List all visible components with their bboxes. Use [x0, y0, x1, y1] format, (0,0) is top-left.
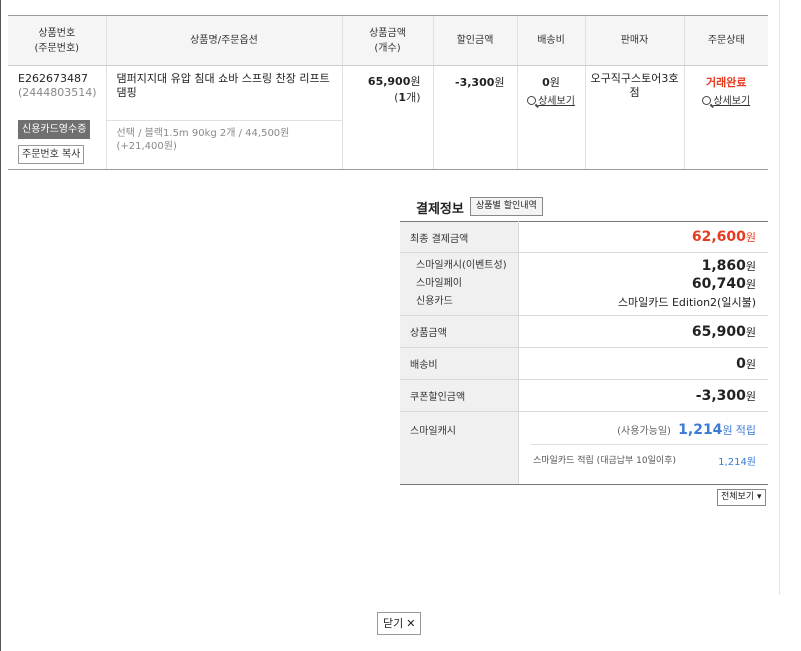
- shipping-value: 0: [736, 355, 746, 372]
- smilecard-earn-value: 1,214원: [718, 457, 756, 468]
- method-value: 1,860: [701, 257, 746, 274]
- chevron-down-icon: ▾: [754, 492, 762, 502]
- view-all-select[interactable]: 전체보기 ▾: [717, 489, 766, 506]
- scrollbar-track[interactable]: [779, 0, 780, 595]
- product-amount-label: 상품금액: [400, 315, 519, 348]
- seller-name[interactable]: 오구직구스토어3호점: [584, 65, 684, 170]
- payment-table: 최종 결제금액 62,600원 스마일캐시(이벤트성) 스마일페이 신용카드 1…: [400, 221, 768, 485]
- final-amount-label: 최종 결제금액: [400, 221, 519, 253]
- shipping-detail-link[interactable]: 상세보기: [518, 92, 585, 107]
- discount-amount: -3,300: [455, 76, 495, 89]
- payment-info-title: 결제정보: [416, 202, 464, 217]
- order-number-cell: E262673487 (2444803514) 신용카드영수증 주문번호 복사: [8, 65, 106, 170]
- payment-row-coupon: 쿠폰할인금액 -3,300원: [400, 379, 768, 412]
- header-shipping: 배송비: [516, 15, 585, 66]
- method-value: 스마일카드 Edition2(일시불): [617, 295, 756, 309]
- product-cell: 댐퍼지지대 유압 침대 쇼바 스프링 찬장 리프트 댐핑 선택 / 블랙1.5m…: [105, 65, 342, 170]
- status-detail-link[interactable]: 상세보기: [685, 92, 769, 107]
- smilecash-available-label: (사용가능일): [617, 426, 671, 437]
- shipping-cell: 0원 상세보기: [516, 65, 585, 170]
- discount-cell: -3,300원: [432, 65, 517, 170]
- smilecard-earn-label: 스마일카드 적립 (대금납부 10일이후): [533, 456, 676, 466]
- magnifier-icon: [702, 96, 712, 105]
- product-name[interactable]: 댐퍼지지대 유압 침대 쇼바 스프링 찬장 리프트 댐핑: [106, 66, 342, 121]
- status-cell: 거래완료 상세보기: [683, 65, 769, 170]
- copy-order-number-button[interactable]: 주문번호 복사: [18, 145, 85, 164]
- payment-row-methods: 스마일캐시(이벤트성) 스마일페이 신용카드 1,860원 60,740원 스마…: [400, 252, 768, 316]
- payment-methods-values: 1,860원 60,740원 스마일카드 Edition2(일시불): [518, 252, 768, 316]
- close-icon: ✕: [406, 617, 416, 630]
- header-product: 상품명/주문옵션: [105, 15, 342, 66]
- smilecash-earn: 적립: [735, 424, 756, 437]
- coupon-label: 쿠폰할인금액: [400, 379, 519, 412]
- method-label: 신용카드: [416, 296, 453, 307]
- payment-row-smilecash: 스마일캐시 (사용가능일) 1,214원 적립 스마일카드 적립 (대금납부 1…: [400, 411, 768, 485]
- method-label: 스마일페이: [416, 278, 462, 289]
- product-quantity: 1: [398, 91, 407, 104]
- payment-row-final: 최종 결제금액 62,600원: [400, 221, 768, 253]
- header-discount: 할인금액: [432, 15, 517, 66]
- product-price: 65,900: [367, 75, 411, 88]
- header-order-no: 상품번호 (주문번호): [8, 15, 106, 66]
- product-number: E262673487: [18, 72, 88, 85]
- product-amount-value: 65,900: [691, 323, 746, 340]
- smilecash-values: (사용가능일) 1,214원 적립 스마일카드 적립 (대금납부 10일이후) …: [518, 411, 768, 485]
- payment-row-product-amount: 상품금액 65,900원: [400, 315, 768, 348]
- payment-row-shipping: 배송비 0원: [400, 347, 768, 380]
- method-label: 스마일캐시(이벤트성): [416, 260, 507, 271]
- discount-detail-button[interactable]: 상품별 할인내역: [470, 197, 543, 216]
- product-option: 선택 / 블랙1.5m 90kg 2개 / 44,500원(+21,400원): [116, 128, 290, 152]
- magnifier-icon: [527, 96, 537, 105]
- table-row: E262673487 (2444803514) 신용카드영수증 주문번호 복사 …: [8, 65, 769, 170]
- order-table-header: 상품번호 (주문번호) 상품명/주문옵션 상품금액 (개수) 할인금액 배송비 판매…: [8, 15, 768, 66]
- smilecash-amount: 1,214: [678, 422, 723, 438]
- close-button[interactable]: 닫기 ✕: [377, 612, 422, 635]
- shipping-fee: 0: [542, 76, 550, 89]
- smilecash-label: 스마일캐시: [400, 411, 519, 485]
- header-status: 주문상태: [683, 15, 768, 66]
- order-table: 상품번호 (주문번호) 상품명/주문옵션 상품금액 (개수) 할인금액 배송비 판매…: [8, 15, 768, 170]
- window-frame-left: [0, 0, 1, 651]
- method-value: 60,740: [691, 275, 746, 292]
- header-seller: 판매자: [584, 15, 684, 66]
- order-status: 거래완료: [706, 76, 747, 89]
- final-amount-value: 62,600: [691, 229, 746, 245]
- order-number: (2444803514): [18, 86, 97, 99]
- payment-methods-labels: 스마일캐시(이벤트성) 스마일페이 신용카드: [400, 252, 519, 316]
- price-cell: 65,900원 (1개): [341, 65, 433, 170]
- card-receipt-button[interactable]: 신용카드영수증: [18, 120, 91, 139]
- header-price: 상품금액 (개수): [341, 15, 433, 66]
- coupon-value: -3,300: [695, 387, 746, 404]
- shipping-label: 배송비: [400, 347, 519, 380]
